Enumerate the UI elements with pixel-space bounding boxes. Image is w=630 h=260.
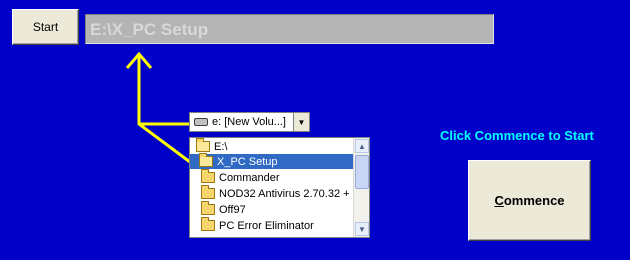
directory-item-label: PC Error Eliminator: [219, 219, 314, 232]
directory-item-label: X_PC Setup: [217, 155, 278, 168]
scrollbar-thumb[interactable]: [355, 155, 369, 189]
directory-item[interactable]: Off97: [190, 201, 354, 217]
directory-item[interactable]: PC Error Eliminator: [190, 217, 354, 233]
path-field[interactable]: E:\X_PC Setup: [85, 14, 494, 44]
commence-label: ommence: [503, 193, 565, 208]
directory-item[interactable]: Commander: [190, 169, 354, 185]
directory-item[interactable]: E:\: [190, 138, 354, 154]
chevron-down-icon[interactable]: ▼: [293, 113, 309, 131]
directory-item-label: E:\: [214, 140, 228, 153]
chevron-down-icon[interactable]: ▼: [355, 222, 369, 236]
folder-icon: [201, 169, 215, 183]
directory-item[interactable]: NOD32 Antivirus 2.70.32 +: [190, 185, 354, 201]
directory-item-label: Commander: [219, 171, 280, 184]
hint-text: Click Commence to Start: [440, 128, 594, 143]
commence-mnemonic: C: [494, 193, 504, 208]
start-button[interactable]: Start: [12, 9, 79, 45]
drive-icon: [194, 118, 208, 126]
open-folder-icon: [199, 153, 213, 167]
open-folder-icon: [196, 138, 210, 152]
commence-button[interactable]: Commence: [468, 160, 591, 241]
drive-select-value: e: [New Volu...]: [212, 116, 286, 128]
chevron-up-icon[interactable]: ▲: [355, 139, 369, 153]
folder-icon: [201, 201, 215, 215]
directory-item-label: NOD32 Antivirus 2.70.32 +: [219, 187, 350, 200]
scrollbar[interactable]: ▲ ▼: [353, 138, 369, 237]
folder-icon: [201, 217, 215, 231]
directory-list[interactable]: E:\ X_PC Setup Commander NOD32 Antivirus…: [189, 137, 370, 238]
drive-select[interactable]: e: [New Volu...] ▼: [189, 112, 310, 132]
folder-icon: [201, 185, 215, 199]
directory-item-label: Off97: [219, 203, 246, 216]
directory-item-selected[interactable]: X_PC Setup: [190, 153, 354, 169]
